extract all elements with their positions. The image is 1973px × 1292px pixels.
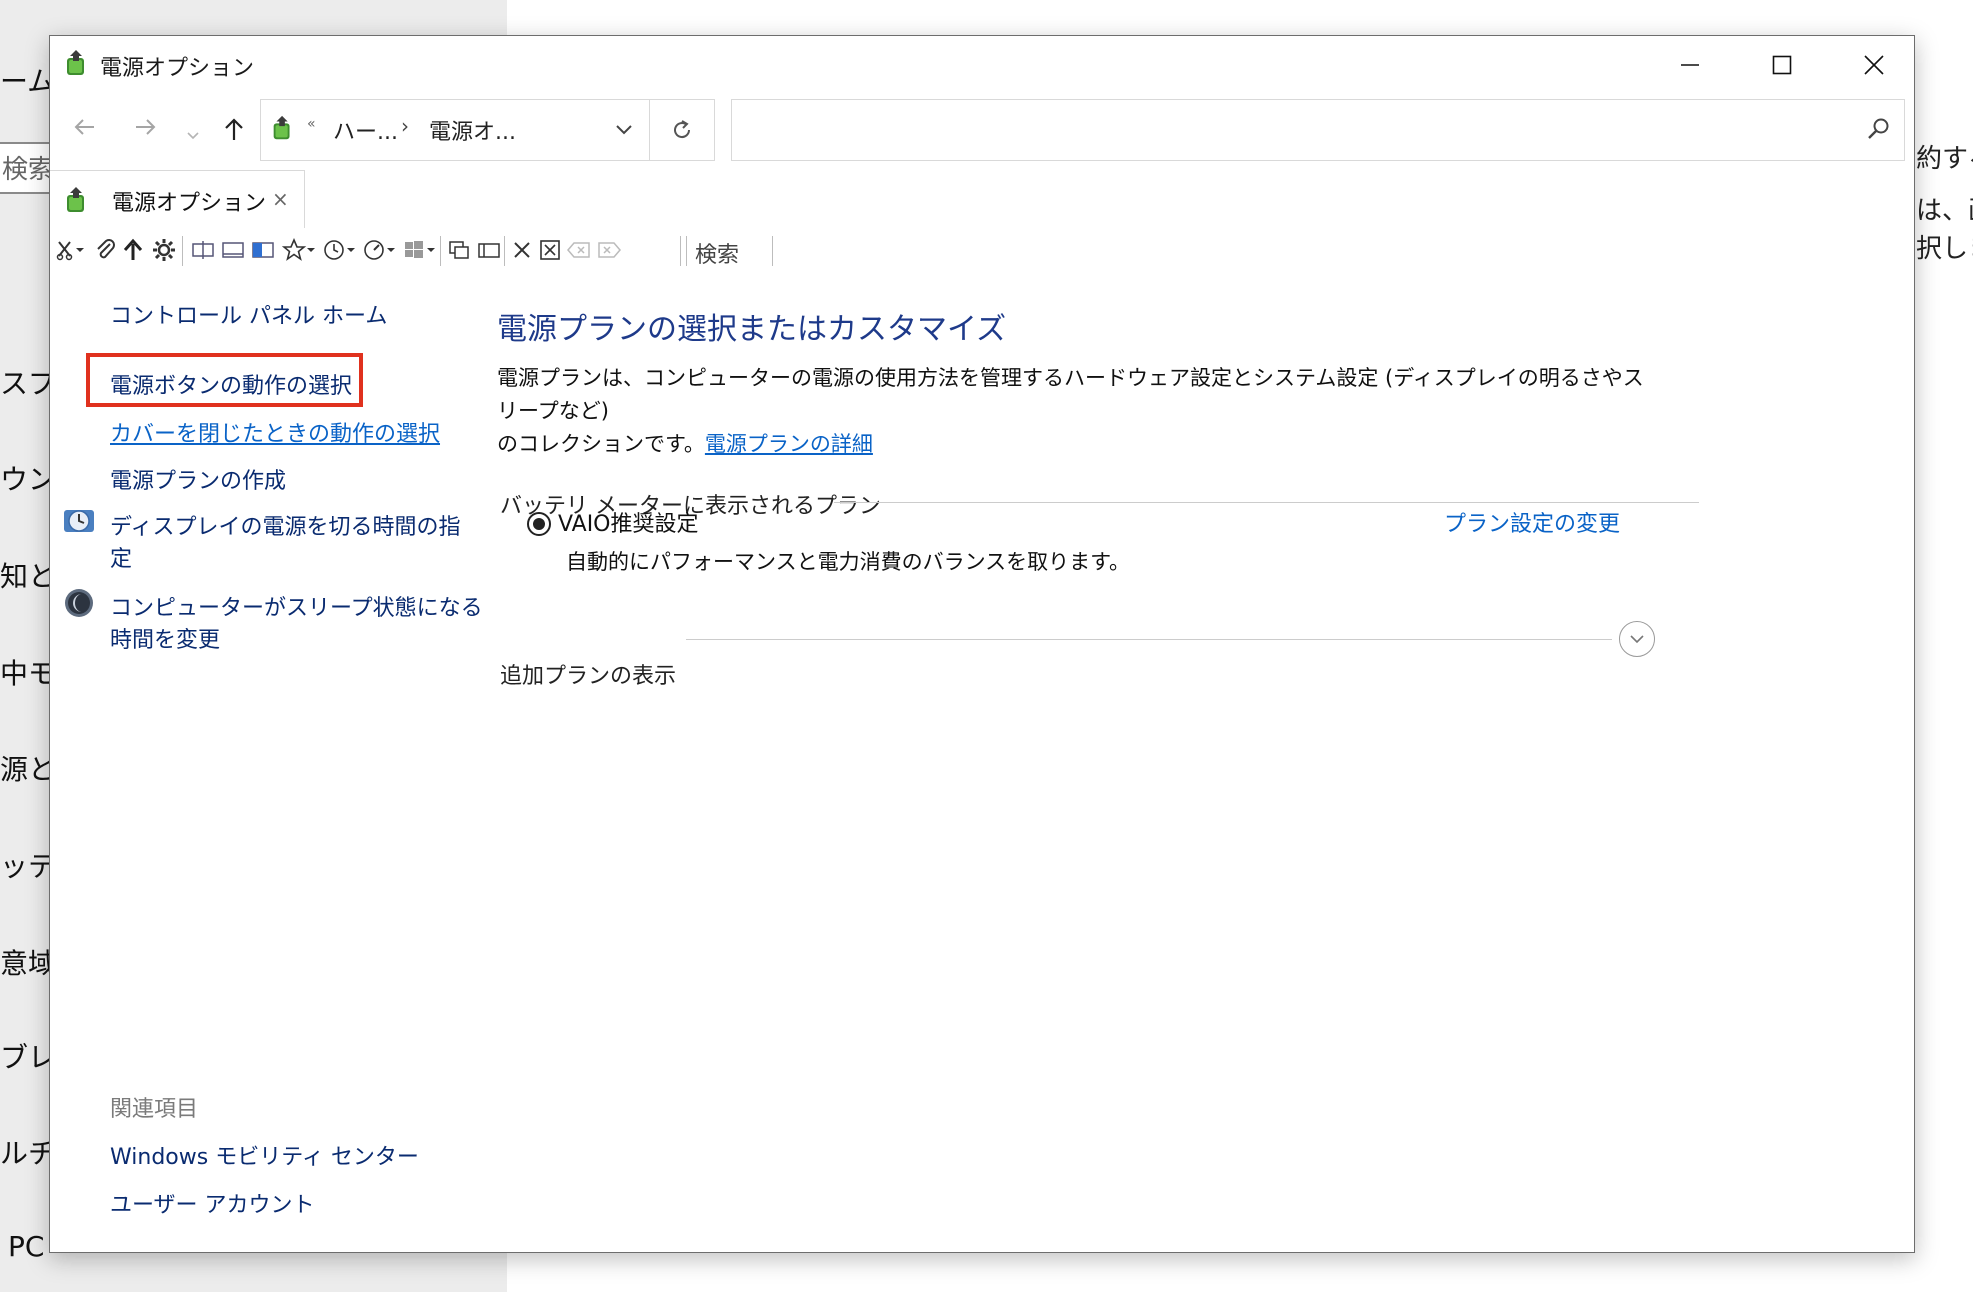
toolbar-divider: [680, 236, 681, 266]
breadcrumb-separator[interactable]: ›: [401, 114, 409, 138]
display-clock-icon: [62, 504, 96, 542]
page-description: 電源プランは、コンピューターの電源の使用方法を管理するハードウェア設定とシステム…: [497, 362, 1657, 461]
bg-nav-item[interactable]: 意域: [0, 942, 56, 982]
split-view-icon[interactable]: [250, 238, 276, 268]
up-arrow-icon[interactable]: [222, 116, 246, 149]
recent-dropdown-icon[interactable]: [185, 120, 201, 150]
title-bar: 電源オプション: [50, 36, 1914, 94]
plan-radio-button[interactable]: [527, 512, 551, 536]
sleep-time-link-cont[interactable]: 時間を変更: [110, 622, 220, 654]
windows-logo-icon[interactable]: [402, 238, 436, 268]
close-button[interactable]: [1828, 36, 1914, 94]
bg-nav-item: ーム: [0, 65, 56, 98]
bg-nav-item[interactable]: PC: [8, 1230, 44, 1263]
maximize-button[interactable]: [1736, 36, 1828, 94]
sleep-time-link[interactable]: コンピューターがスリープ状態になる: [110, 590, 483, 622]
new-window-icon[interactable]: [446, 238, 472, 268]
power-options-icon: [62, 48, 92, 82]
clear-right-icon[interactable]: [596, 238, 622, 268]
power-options-icon: [62, 185, 92, 219]
toolbar-divider: [504, 236, 505, 266]
search-input[interactable]: [731, 99, 1905, 161]
power-plan-details-link[interactable]: 電源プランの詳細: [705, 432, 873, 456]
lid-close-action-link[interactable]: カバーを閉じたときの動作の選択: [110, 416, 440, 448]
attach-icon[interactable]: [94, 238, 116, 268]
gear-icon[interactable]: [152, 238, 176, 268]
window-icon[interactable]: [220, 238, 246, 268]
bg-nav-item[interactable]: スプ: [0, 362, 56, 402]
related-items-heading: 関連項目: [110, 1097, 199, 1122]
panel-icon[interactable]: [190, 238, 216, 268]
description-text: のコレクションです。: [497, 432, 705, 456]
display-off-time-link-cont[interactable]: 定: [110, 541, 132, 573]
power-options-window: 電源オプション « ハー... › 電源オ... 電源オプション × 検索 コン…: [49, 35, 1915, 1253]
breadcrumb-overflow[interactable]: «: [307, 116, 316, 132]
tab-close-icon[interactable]: ×: [272, 187, 289, 211]
group-divider: [834, 502, 1699, 503]
forward-arrow-icon[interactable]: [132, 114, 158, 147]
tools-icon[interactable]: [56, 238, 86, 268]
back-arrow-icon[interactable]: [72, 114, 98, 147]
refresh-icon: [674, 120, 691, 139]
power-button-action-link[interactable]: 電源ボタンの動作の選択: [110, 368, 352, 400]
control-panel-home-link[interactable]: コントロール パネル ホーム: [110, 298, 387, 330]
power-options-icon: [269, 114, 297, 146]
breadcrumb-hardware[interactable]: ハー...: [333, 114, 398, 146]
restore-window-icon[interactable]: [476, 238, 502, 268]
sleep-moon-icon: [62, 586, 96, 624]
user-accounts-link[interactable]: ユーザー アカウント: [110, 1187, 315, 1219]
toolbar-divider: [182, 236, 183, 266]
plan-description: 自動的にパフォーマンスと電力消費のバランスを取ります。: [566, 550, 1131, 574]
refresh-button[interactable]: [650, 99, 715, 161]
description-text: 電源プランは、コンピューターの電源の使用方法を管理するハードウェア設定とシステム…: [497, 366, 1644, 423]
plan-name[interactable]: VAIO推奨設定: [558, 506, 699, 538]
address-bar[interactable]: « ハー... › 電源オ...: [260, 99, 650, 161]
chevron-down-icon: [1630, 635, 1644, 644]
favorites-star-icon[interactable]: [281, 237, 316, 268]
bg-right-text: 約する: [1916, 144, 1973, 174]
close-box-icon[interactable]: [538, 238, 562, 268]
window-title: 電源オプション: [100, 56, 255, 81]
expand-more-plans-button[interactable]: [1619, 621, 1655, 657]
search-icon[interactable]: [1866, 116, 1892, 146]
bg-right-text: 択しま: [1916, 234, 1973, 264]
minimize-button[interactable]: [1644, 36, 1736, 94]
toolbar-divider: [440, 236, 441, 266]
speed-dial-icon[interactable]: [362, 238, 396, 268]
history-clock-icon[interactable]: [322, 238, 356, 268]
toolbar-divider: [772, 236, 773, 266]
tab-power-options[interactable]: 電源オプション ×: [50, 170, 305, 228]
display-off-time-link[interactable]: ディスプレイの電源を切る時間の指: [110, 509, 460, 541]
address-dropdown-icon[interactable]: [613, 112, 635, 152]
toolbar: 検索: [50, 228, 1914, 272]
bg-right-text: は、画: [1916, 196, 1973, 226]
page-title: 電源プランの選択またはカスタマイズ: [497, 312, 1007, 347]
breadcrumb-power-options[interactable]: 電源オ...: [429, 114, 516, 146]
more-plans-label[interactable]: 追加プランの表示: [500, 658, 676, 690]
group-divider: [686, 639, 1612, 640]
toolbar-divider: [686, 236, 687, 266]
mobility-center-link[interactable]: Windows モビリティ センター: [110, 1139, 419, 1171]
tab-label: 電源オプション: [112, 191, 267, 216]
upload-arrow-icon[interactable]: [122, 238, 144, 268]
clear-left-icon[interactable]: [566, 238, 592, 268]
change-plan-settings-link[interactable]: プラン設定の変更: [1444, 506, 1620, 538]
create-power-plan-link[interactable]: 電源プランの作成: [110, 463, 286, 495]
close-x-icon[interactable]: [510, 238, 534, 268]
toolbar-search-label[interactable]: 検索: [695, 237, 739, 269]
